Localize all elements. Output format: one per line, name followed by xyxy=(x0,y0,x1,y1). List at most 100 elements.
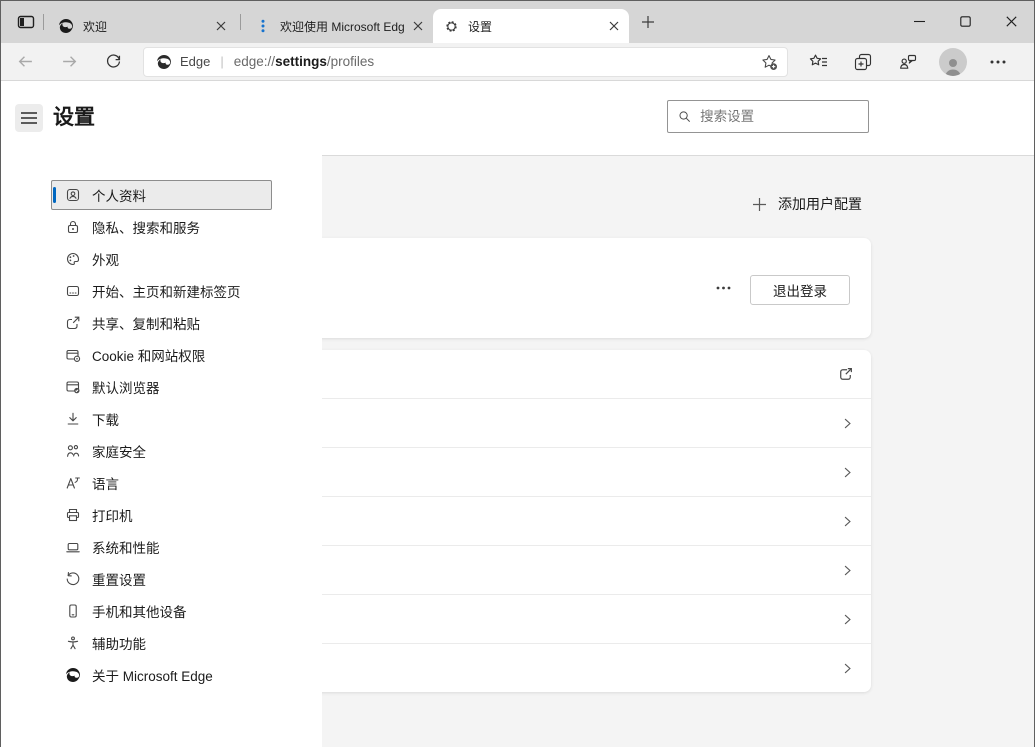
accessibility-icon xyxy=(65,635,81,651)
tab-strip: 欢迎 欢迎使用 Microsoft Edg 设置 xyxy=(1,1,1034,43)
minimize-icon xyxy=(914,16,925,27)
plus-icon xyxy=(641,15,655,29)
maximize-button[interactable] xyxy=(942,1,988,41)
new-tab-button[interactable] xyxy=(635,9,661,35)
collections-button[interactable] xyxy=(849,48,877,76)
tab-title: 设置 xyxy=(468,18,605,35)
more-horizontal-icon xyxy=(990,60,1006,64)
close-window-button[interactable] xyxy=(988,1,1034,41)
sidebar-item-label: 系统和性能 xyxy=(92,537,160,557)
tab-close-button[interactable] xyxy=(409,17,427,35)
favorites-button[interactable] xyxy=(804,48,832,76)
sidebar-item-label: 打印机 xyxy=(92,505,133,525)
tab-welcome-edge[interactable]: 欢迎使用 Microsoft Edg xyxy=(245,9,433,43)
sidebar-item-downloads[interactable]: 下载 xyxy=(51,404,272,434)
browser-window: 欢迎 欢迎使用 Microsoft Edg 设置 xyxy=(0,0,1035,747)
sidebar-item-appearance[interactable]: 外观 xyxy=(51,244,272,274)
cookie-permissions-icon xyxy=(65,347,81,363)
tab-close-button[interactable] xyxy=(605,17,623,35)
sidebar-item-privacy[interactable]: 隐私、搜索和服务 xyxy=(51,212,272,242)
sidebar-item-default-browser[interactable]: 默认浏览器 xyxy=(51,372,272,402)
browser-toolbar: Edge | edge://settings/profiles xyxy=(1,43,1034,81)
chevron-right-icon xyxy=(841,515,854,528)
chevron-right-icon xyxy=(841,564,854,577)
collections-icon xyxy=(854,53,872,71)
sidebar-item-cookies-permissions[interactable]: Cookie 和网站权限 xyxy=(51,340,272,370)
sidebar-item-start-home-newtabs[interactable]: 开始、主页和新建标签页 xyxy=(51,276,272,306)
add-profile-label: 添加用户配置 xyxy=(778,194,862,214)
phone-icon xyxy=(65,603,81,619)
feedback-button[interactable] xyxy=(894,48,922,76)
tab-separator xyxy=(240,14,241,30)
edge-logo-icon xyxy=(65,667,81,683)
sign-out-button[interactable]: 退出登录 xyxy=(750,275,850,305)
settings-search-box[interactable] xyxy=(667,100,869,133)
add-favorite-button[interactable] xyxy=(756,49,782,75)
profile-avatar[interactable] xyxy=(939,48,967,76)
sidebar-item-label: 重置设置 xyxy=(92,569,146,589)
settings-sidebar: 设置 个人资料 隐私、搜索和服务 外观 开始、主页和新建标签页 xyxy=(1,81,322,747)
back-arrow-icon xyxy=(17,53,34,70)
sidebar-item-phone-devices[interactable]: 手机和其他设备 xyxy=(51,596,272,626)
add-profile-button[interactable]: 添加用户配置 xyxy=(752,194,862,214)
sidebar-item-label: 手机和其他设备 xyxy=(92,601,187,621)
minimize-button[interactable] xyxy=(896,1,942,41)
page-title: 设置 xyxy=(53,103,95,133)
back-button[interactable] xyxy=(11,48,39,76)
sidebar-item-label: 开始、主页和新建标签页 xyxy=(92,281,241,301)
sidebar-item-about-edge[interactable]: 关于 Microsoft Edge xyxy=(51,660,272,690)
close-icon xyxy=(1006,16,1017,27)
sidebar-item-printers[interactable]: 打印机 xyxy=(51,500,272,530)
sidebar-item-languages[interactable]: 语言 xyxy=(51,468,272,498)
settings-more-button[interactable] xyxy=(984,48,1012,76)
chevron-right-icon xyxy=(841,662,854,675)
chevron-right-icon xyxy=(841,466,854,479)
edge-logo-icon xyxy=(156,54,172,70)
language-icon xyxy=(65,475,81,491)
reset-icon xyxy=(65,571,81,587)
sidebar-item-label: 隐私、搜索和服务 xyxy=(92,217,200,237)
chevron-right-icon xyxy=(841,613,854,626)
palette-icon xyxy=(65,251,81,267)
tab-settings[interactable]: 设置 xyxy=(433,9,629,43)
chevron-right-icon xyxy=(841,417,854,430)
search-icon xyxy=(678,109,691,124)
tab-title: 欢迎使用 Microsoft Edg xyxy=(280,18,409,35)
tab-title: 欢迎 xyxy=(83,18,212,35)
sidebar-item-profiles[interactable]: 个人资料 xyxy=(51,180,272,210)
sidebar-item-accessibility[interactable]: 辅助功能 xyxy=(51,628,272,658)
profile-icon xyxy=(65,187,81,203)
avatar-person-icon xyxy=(942,56,964,76)
sidebar-item-label: 下载 xyxy=(92,409,119,429)
tab-separator xyxy=(43,14,44,30)
menu-toggle-button[interactable] xyxy=(15,104,43,132)
url-text: edge://settings/profiles xyxy=(234,54,374,69)
sidebar-item-share-copy-paste[interactable]: 共享、复制和粘贴 xyxy=(51,308,272,338)
hamburger-icon xyxy=(21,112,37,124)
profile-more-button[interactable] xyxy=(712,277,734,299)
tab-close-button[interactable] xyxy=(212,17,230,35)
tab-actions-menu-button[interactable] xyxy=(13,9,39,35)
sidebar-item-system-performance[interactable]: 系统和性能 xyxy=(51,532,272,562)
share-icon xyxy=(65,315,81,331)
sidebar-item-label: 共享、复制和粘贴 xyxy=(92,313,200,333)
search-settings-input[interactable] xyxy=(700,109,858,124)
sidebar-item-reset-settings[interactable]: 重置设置 xyxy=(51,564,272,594)
sidebar-item-label: 家庭安全 xyxy=(92,441,146,461)
plus-icon xyxy=(752,197,767,212)
tab-welcome[interactable]: 欢迎 xyxy=(48,9,236,43)
family-icon xyxy=(65,443,81,459)
maximize-icon xyxy=(960,16,971,27)
blue-dots-favicon-icon xyxy=(255,18,271,34)
refresh-button[interactable] xyxy=(99,48,127,76)
star-add-icon xyxy=(760,53,778,71)
sidebar-item-label: 外观 xyxy=(92,249,119,269)
sidebar-item-family-safety[interactable]: 家庭安全 xyxy=(51,436,272,466)
settings-page: 添加用户配置 退出登录 xyxy=(1,81,1034,747)
site-label: Edge xyxy=(180,54,210,69)
forward-button[interactable] xyxy=(55,48,83,76)
refresh-icon xyxy=(105,53,122,70)
gear-icon xyxy=(443,18,459,34)
sidebar-item-label: 关于 Microsoft Edge xyxy=(92,665,213,685)
address-bar[interactable]: Edge | edge://settings/profiles xyxy=(143,47,788,77)
